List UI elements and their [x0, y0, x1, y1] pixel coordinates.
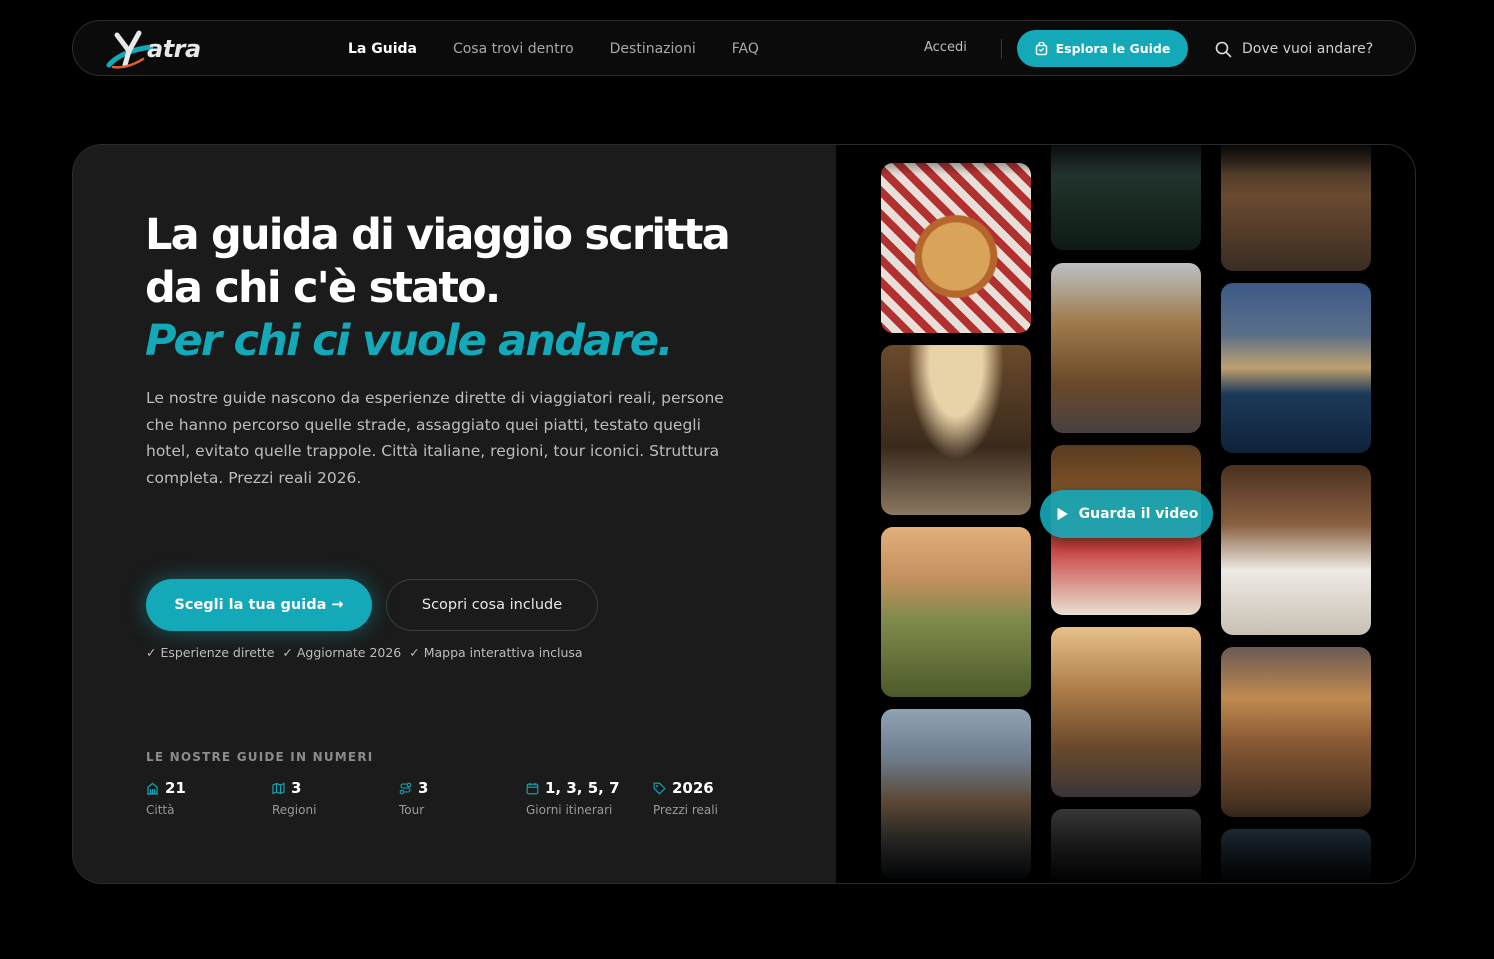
- calendar-icon: [526, 782, 539, 794]
- route-icon: [399, 782, 412, 794]
- stat-cities: 21 Città: [146, 779, 186, 817]
- pizza-photo: [881, 163, 1031, 333]
- arcade-street-photo: [1051, 263, 1201, 433]
- headline-line-2: da chi c'è stato.: [145, 263, 501, 313]
- stats-title: LE NOSTRE GUIDE IN NUMERI: [146, 750, 374, 764]
- search-trigger[interactable]: Dove vuoi andare?: [1215, 21, 1373, 77]
- photo-mosaic: Guarda il video: [836, 145, 1415, 883]
- check-item: ✓ Aggiornate 2026: [282, 645, 402, 660]
- stat-value: 21: [165, 779, 186, 797]
- top-navigation: atra La Guida Cosa trovi dentro Destinaz…: [72, 20, 1416, 76]
- login-link[interactable]: Accedi: [924, 40, 967, 55]
- tag-icon: [653, 782, 666, 795]
- stat-tours: 3 Tour: [399, 779, 428, 817]
- stat-label: Giorni itinerari: [526, 803, 613, 817]
- stat-days: 1, 3, 5, 7 Giorni itinerari: [526, 779, 620, 817]
- choose-guide-button[interactable]: Scegli la tua guida →: [146, 579, 372, 631]
- hero-content: La guida di viaggio scritta da chi c'è s…: [73, 145, 836, 883]
- search-placeholder: Dove vuoi andare?: [1242, 41, 1374, 57]
- headline-line-1: La guida di viaggio scritta: [145, 210, 731, 260]
- hero-section: La guida di viaggio scritta da chi c'è s…: [72, 144, 1416, 884]
- hero-description: Le nostre guide nascono da esperienze di…: [146, 389, 724, 488]
- check-item: ✓ Mappa interattiva inclusa: [409, 645, 583, 660]
- venice-photo: [1221, 283, 1371, 453]
- nav-link-la-guida[interactable]: La Guida: [348, 41, 417, 57]
- explore-guides-label: Esplora le Guide: [1055, 41, 1171, 56]
- yatra-logo[interactable]: atra: [103, 25, 203, 71]
- nav-links: La Guida Cosa trovi dentro Destinazioni …: [348, 21, 795, 77]
- nav-divider: [1001, 39, 1002, 59]
- search-icon: [1215, 41, 1232, 57]
- building-icon: [147, 782, 158, 795]
- hero-headline: La guida di viaggio scritta da chi c'è s…: [145, 209, 805, 368]
- mosaic-fade-top: [836, 145, 1415, 175]
- stat-value: 2026: [672, 779, 714, 797]
- nav-link-cosa-trovi-dentro[interactable]: Cosa trovi dentro: [453, 41, 574, 57]
- nav-link-faq[interactable]: FAQ: [732, 41, 759, 57]
- galleria-photo: [881, 345, 1031, 515]
- stat-value: 3: [291, 779, 302, 797]
- stat-regions: 3 Regioni: [272, 779, 316, 817]
- stat-label: Tour: [399, 803, 425, 817]
- feature-checks: ✓ Esperienze dirette ✓ Aggiornate 2026 ✓…: [146, 645, 583, 660]
- check-item: ✓ Esperienze dirette: [146, 645, 275, 660]
- matera-photo: [1221, 647, 1371, 817]
- stat-label: Città: [146, 803, 175, 817]
- stat-label: Regioni: [272, 803, 317, 817]
- headline-accent: Per chi ci vuole andare.: [145, 316, 674, 366]
- old-town-street-photo: [1051, 627, 1201, 797]
- stat-prices: 2026 Prezzi reali: [653, 779, 718, 817]
- pasta-dish-photo: [1221, 465, 1371, 635]
- mosaic-fade-bottom: [836, 805, 1415, 883]
- watch-video-label: Guarda il video: [1078, 506, 1199, 522]
- watch-video-button[interactable]: Guarda il video: [1040, 490, 1213, 538]
- explore-guides-button[interactable]: Esplora le Guide: [1017, 30, 1188, 67]
- nav-link-destinazioni[interactable]: Destinazioni: [610, 41, 696, 57]
- play-icon: [1057, 508, 1068, 520]
- discover-includes-button[interactable]: Scopri cosa include: [386, 579, 598, 631]
- tuscany-photo: [881, 527, 1031, 697]
- map-icon: [272, 782, 285, 794]
- stat-label: Prezzi reali: [653, 803, 718, 817]
- logo-text: atra: [147, 35, 201, 63]
- stat-value: 3: [418, 779, 429, 797]
- bag-icon: [1035, 41, 1047, 55]
- stat-value: 1, 3, 5, 7: [545, 779, 620, 797]
